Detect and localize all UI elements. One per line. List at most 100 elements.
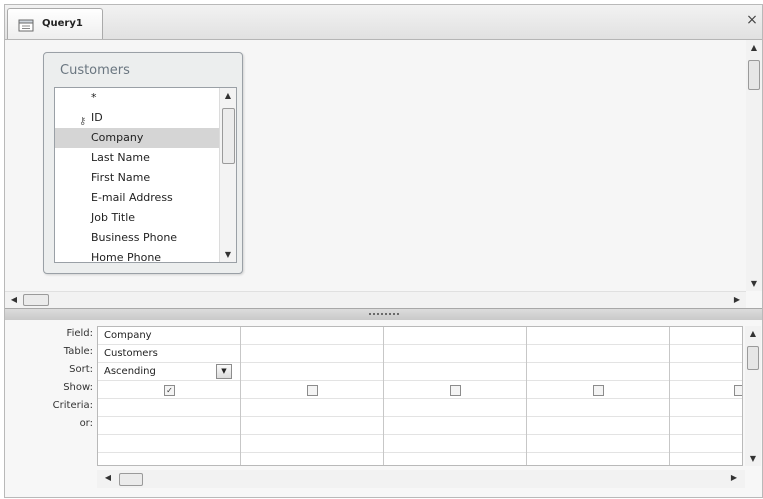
field-item-last-name[interactable]: Last Name — [55, 148, 221, 168]
empty-cell[interactable] — [670, 435, 742, 453]
upper-vertical-scrollbar[interactable]: ▲ ▼ — [746, 40, 762, 291]
or-cell[interactable] — [98, 417, 240, 435]
row-label-table: Table: — [63, 346, 93, 357]
tab-label: Query1 — [42, 18, 83, 29]
field-cell[interactable] — [527, 327, 669, 345]
row-label-criteria: Criteria: — [52, 400, 93, 411]
field-label: Business Phone — [91, 231, 178, 244]
empty-cell[interactable] — [98, 435, 240, 453]
or-cell[interactable] — [241, 417, 383, 435]
field-item-company[interactable]: Company — [55, 128, 221, 148]
show-checkbox[interactable]: ✓ — [164, 385, 175, 396]
row-label-or: or: — [79, 418, 93, 429]
scroll-thumb[interactable] — [119, 473, 143, 486]
scroll-right-icon[interactable]: ▶ — [730, 292, 744, 308]
empty-cell[interactable] — [241, 435, 383, 453]
field-label: E-mail Address — [91, 191, 173, 204]
empty-cell[interactable] — [384, 435, 526, 453]
grid-column-3 — [384, 327, 527, 465]
sort-dropdown-button[interactable]: ▼ — [216, 364, 232, 379]
sort-cell[interactable] — [384, 363, 526, 381]
field-item-email[interactable]: E-mail Address — [55, 188, 221, 208]
criteria-cell[interactable] — [670, 399, 742, 417]
grid-column-1: Company Customers Ascending ▼ ✓ — [98, 327, 241, 465]
field-label: Company — [91, 131, 144, 144]
scroll-thumb[interactable] — [23, 294, 49, 306]
sort-cell[interactable] — [670, 363, 742, 381]
table-cell[interactable] — [670, 345, 742, 363]
document-tab-strip: Query1 × — [5, 5, 762, 40]
grid-column-4 — [527, 327, 670, 465]
criteria-cell[interactable] — [98, 399, 240, 417]
query-design-window: Query1 × Customers * ⚷ ID Company Last N… — [4, 4, 763, 498]
sort-cell[interactable] — [241, 363, 383, 381]
upper-horizontal-scrollbar[interactable]: ◀ ▶ — [5, 291, 746, 308]
field-label: * — [91, 91, 97, 104]
field-item-home-phone[interactable]: Home Phone — [55, 248, 221, 263]
field-cell[interactable] — [241, 327, 383, 345]
scroll-thumb[interactable] — [222, 108, 235, 164]
field-item-first-name[interactable]: First Name — [55, 168, 221, 188]
scroll-thumb[interactable] — [748, 60, 760, 90]
scroll-thumb[interactable] — [747, 346, 759, 370]
field-item-id[interactable]: ⚷ ID — [55, 108, 221, 128]
criteria-cell[interactable] — [527, 399, 669, 417]
show-cell — [527, 381, 669, 399]
show-cell — [670, 381, 742, 399]
table-box-title: Customers — [60, 63, 130, 78]
criteria-cell[interactable] — [384, 399, 526, 417]
row-label-field: Field: — [66, 328, 93, 339]
scroll-left-icon[interactable]: ◀ — [7, 292, 21, 308]
field-label: ID — [91, 111, 103, 124]
table-cell[interactable]: Customers — [98, 345, 240, 363]
criteria-cell[interactable] — [241, 399, 383, 417]
scroll-down-icon[interactable]: ▼ — [745, 454, 761, 463]
scroll-up-icon[interactable]: ▲ — [746, 43, 762, 52]
field-cell[interactable] — [670, 327, 742, 345]
field-cell[interactable]: Company — [98, 327, 240, 345]
or-cell[interactable] — [670, 417, 742, 435]
customers-table-box[interactable]: Customers * ⚷ ID Company Last Name First… — [43, 52, 243, 274]
design-grid: Company Customers Ascending ▼ ✓ — [97, 326, 743, 466]
tab-query1[interactable]: Query1 — [7, 8, 103, 39]
field-label: Home Phone — [91, 251, 162, 263]
close-icon[interactable]: × — [745, 12, 759, 28]
field-label: Last Name — [91, 151, 150, 164]
field-label: First Name — [91, 171, 151, 184]
show-checkbox[interactable] — [593, 385, 604, 396]
query-design-grid-pane: Field: Table: Sort: Show: Criteria: or: … — [5, 320, 762, 497]
show-cell: ✓ — [98, 381, 240, 399]
scroll-down-icon[interactable]: ▼ — [746, 279, 762, 288]
or-cell[interactable] — [384, 417, 526, 435]
field-label: Job Title — [91, 211, 136, 224]
scroll-down-icon[interactable]: ▼ — [220, 250, 236, 259]
scroll-up-icon[interactable]: ▲ — [220, 91, 236, 100]
field-item-business-phone[interactable]: Business Phone — [55, 228, 221, 248]
grid-horizontal-scrollbar[interactable]: ◀ ▶ — [97, 470, 745, 488]
splitter-grip-icon[interactable] — [369, 313, 399, 317]
show-cell — [384, 381, 526, 399]
scroll-right-icon[interactable]: ▶ — [727, 470, 741, 486]
sort-value: Ascending — [104, 366, 156, 377]
grid-column-5 — [670, 327, 742, 465]
sort-cell[interactable]: Ascending ▼ — [98, 363, 240, 381]
scroll-left-icon[interactable]: ◀ — [101, 470, 115, 486]
table-cell[interactable] — [527, 345, 669, 363]
field-list-scrollbar[interactable]: ▲ ▼ — [219, 88, 236, 262]
table-cell[interactable] — [384, 345, 526, 363]
or-cell[interactable] — [527, 417, 669, 435]
field-item-job-title[interactable]: Job Title — [55, 208, 221, 228]
show-checkbox[interactable] — [307, 385, 318, 396]
show-checkbox[interactable] — [734, 385, 742, 396]
sort-cell[interactable] — [527, 363, 669, 381]
query-icon — [18, 18, 36, 37]
empty-cell[interactable] — [527, 435, 669, 453]
grid-vertical-scrollbar[interactable]: ▲ ▼ — [745, 326, 761, 466]
show-checkbox[interactable] — [450, 385, 461, 396]
field-item-all[interactable]: * — [55, 88, 221, 108]
field-list[interactable]: * ⚷ ID Company Last Name First Name E-ma… — [54, 87, 237, 263]
table-cell[interactable] — [241, 345, 383, 363]
field-cell[interactable] — [384, 327, 526, 345]
show-cell — [241, 381, 383, 399]
scroll-up-icon[interactable]: ▲ — [745, 329, 761, 338]
